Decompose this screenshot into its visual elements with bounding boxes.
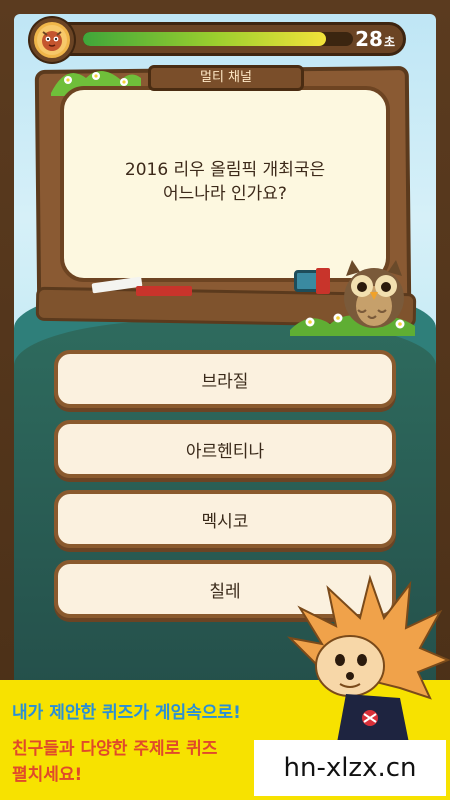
promo-subtext: 친구들과 다양한 주제로 퀴즈 펼치세요! [12,736,262,788]
eraser-icon [136,286,192,296]
hedgehog-character-icon [287,574,450,748]
promo-subtext-line-1: 친구들과 다양한 주제로 퀴즈 [12,739,218,759]
question-line-1: 2016 리우 올림픽 개최국은 [124,160,326,180]
timer-track [83,32,353,46]
promo-headline: 내가 제안한 퀴즈가 게임속으로! [12,703,241,723]
owl-icon [344,260,404,328]
timer-unit: 초 [383,35,395,49]
timer-readout: 28초 [355,27,395,51]
quiz-mascot-icon [30,18,74,62]
question-line-2: 어느나라 인가요? [163,184,287,204]
channel-label: 멀티 채널 [148,65,304,91]
timer-bar: 28초 [36,22,406,56]
question-text: 2016 리우 올림픽 개최국은 어느나라 인가요? [70,158,380,206]
answer-label: 브라질 [201,371,249,392]
timer-fill [83,32,326,46]
answer-label: 멕시코 [201,511,249,532]
answer-label: 아르헨티나 [185,441,265,462]
promo-subtext-line-2: 펼치세요! [12,765,83,785]
red-block-decoration [316,268,330,294]
answer-button-1[interactable]: 브라질 [54,350,396,408]
answer-label: 칠레 [209,581,241,602]
answer-button-2[interactable]: 아르헨티나 [54,420,396,478]
answer-button-3[interactable]: 멕시코 [54,490,396,548]
timer-value: 28 [355,27,383,51]
watermark-text: hn-xlzx.cn [254,740,446,796]
